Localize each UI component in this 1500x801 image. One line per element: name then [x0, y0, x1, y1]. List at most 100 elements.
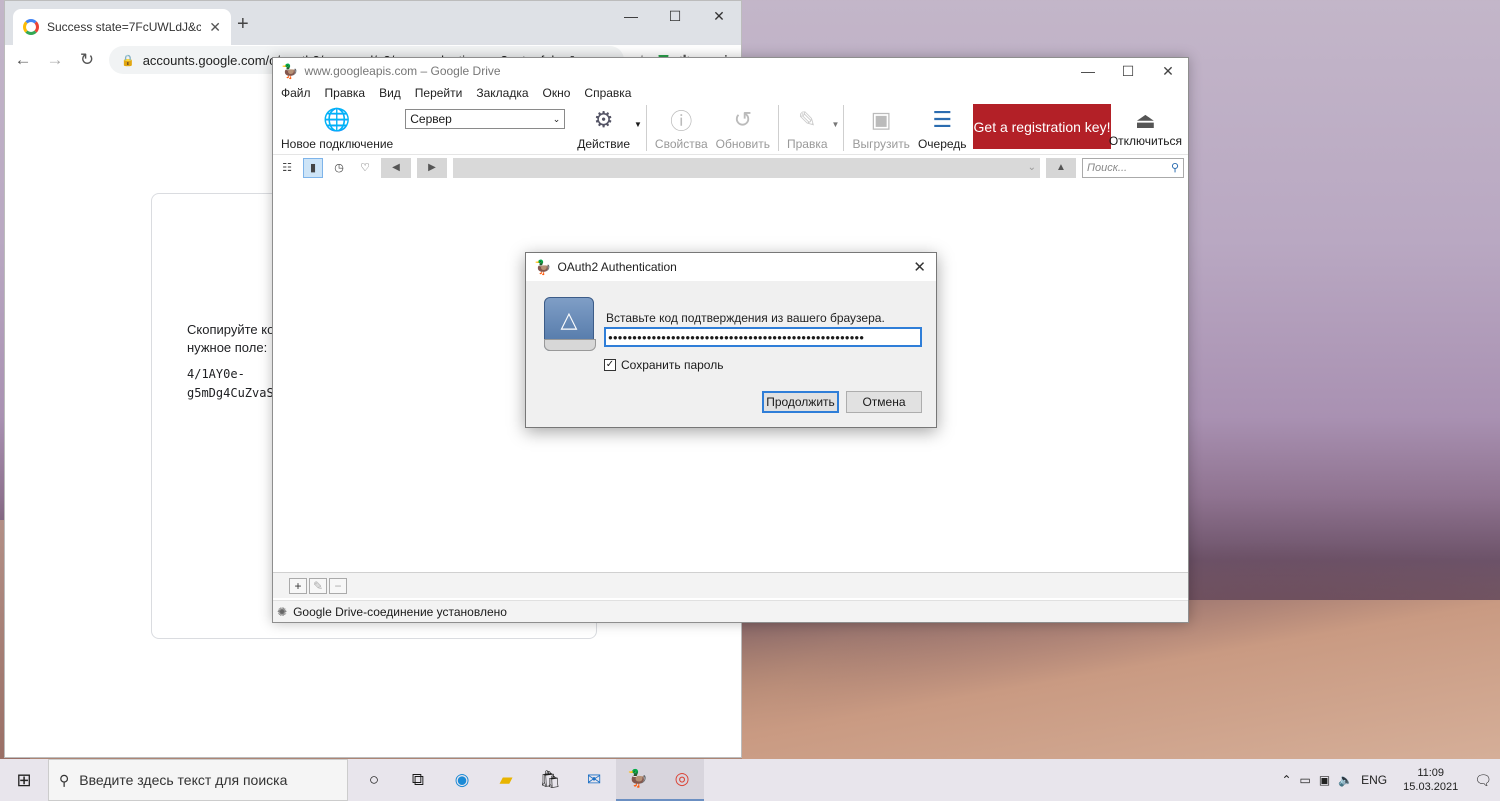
properties-label: Свойства [654, 137, 708, 151]
queue-button[interactable]: ☰ Очередь [914, 106, 971, 151]
action-button[interactable]: ⚙ Действие [573, 106, 634, 151]
continue-button[interactable]: Продолжить [762, 391, 839, 413]
duck-titlebar: 🦆 www.googleapis.com – Google Drive — ☐ … [273, 58, 1188, 84]
dialog-titlebar: 🦆 OAuth2 Authentication ✕ [526, 253, 936, 281]
menu-window[interactable]: Окно [543, 86, 571, 100]
edit-dropdown-icon[interactable]: ▼ [832, 120, 840, 129]
outline-view-icon[interactable]: ☷ [277, 158, 297, 178]
close-icon[interactable]: ✕ [697, 1, 741, 31]
add-button[interactable]: + [289, 577, 307, 594]
menu-view[interactable]: Вид [379, 86, 401, 100]
search-icon: ⚲ [59, 771, 70, 788]
info-icon: ⓘ [670, 109, 693, 134]
history-icon[interactable]: ◷ [329, 158, 349, 178]
new-connection-button[interactable]: 🌐 Новое подключение [277, 106, 397, 151]
duck-icon: 🦆 [534, 258, 552, 275]
close-icon[interactable]: ✕ [913, 258, 926, 276]
bottom-action-bar: + ✎ − [273, 572, 1188, 598]
forward-arrow-button[interactable]: ▶ [417, 157, 447, 178]
volume-icon[interactable]: 🔈 [1338, 773, 1353, 787]
gear-icon: ⚙ [593, 107, 614, 132]
search-placeholder: Поиск... [1087, 161, 1128, 174]
clock[interactable]: 11:09 15.03.2021 [1403, 766, 1458, 794]
code-line2: g5mDg4CuZvaSC [187, 386, 281, 400]
server-select[interactable]: Сервер ⌄ [405, 109, 566, 129]
minimize-icon[interactable]: — [1068, 58, 1108, 84]
mail-icon[interactable]: ✉ [572, 759, 616, 801]
chrome-taskbar-icon[interactable]: ◎ [660, 759, 704, 801]
menu-edit[interactable]: Правка [325, 86, 366, 100]
oauth-dialog: 🦆 OAuth2 Authentication ✕ △ Вставьте код… [525, 252, 937, 428]
search-icon: ⚲ [1170, 162, 1179, 174]
taskbar-search-placeholder: Введите здесь текст для поиска [79, 772, 288, 788]
chevron-up-icon[interactable]: ⌃ [1281, 773, 1291, 787]
minimize-icon[interactable]: — [609, 1, 653, 31]
edit-bookmark-button[interactable]: ✎ [309, 577, 327, 594]
spinner-icon: ✺ [277, 604, 288, 619]
chevron-down-icon: ⌄ [552, 113, 561, 124]
close-icon[interactable]: ✕ [1148, 58, 1188, 84]
auth-code[interactable]: 4/1AY0e- g5mDg4CuZvaSC [187, 365, 281, 403]
task-view-icon[interactable]: ⧉ [396, 759, 440, 801]
duck-icon: 🦆 [281, 62, 299, 79]
instruction-line1: Скопируйте ко [187, 322, 275, 337]
bonjour-icon[interactable]: ♡ [355, 158, 375, 178]
language-indicator[interactable]: ENG [1361, 773, 1387, 787]
reload-icon[interactable]: ↻ [77, 50, 97, 70]
queue-icon: ☰ [932, 107, 953, 132]
menu-bar: Файл Правка Вид Перейти Закладка Окно Сп… [273, 84, 1188, 102]
refresh-button[interactable]: ↺ Обновить [712, 106, 774, 151]
edit-button[interactable]: ✎ Правка [783, 106, 832, 151]
file-explorer-icon[interactable]: ▰ [484, 759, 528, 801]
remove-button[interactable]: − [329, 577, 347, 594]
new-tab-icon[interactable]: + [237, 13, 249, 36]
lock-icon: 🔒 [121, 54, 135, 67]
taskbar-search[interactable]: ⚲ Введите здесь текст для поиска [48, 759, 348, 801]
disconnect-button[interactable]: ⏏ Отключиться [1109, 108, 1182, 148]
menu-bookmark[interactable]: Закладка [476, 86, 528, 100]
network-icon[interactable]: ▣ [1319, 773, 1330, 787]
menu-go[interactable]: Перейти [415, 86, 463, 100]
toolbar-separator [645, 105, 647, 151]
store-icon[interactable]: 🛍 [528, 759, 572, 801]
cyberduck-taskbar-icon[interactable]: 🦆 [616, 759, 660, 801]
maximize-icon[interactable]: ☐ [653, 1, 697, 31]
action-label: Действие [577, 137, 630, 151]
registration-button[interactable]: Get a registration key! [973, 104, 1111, 149]
checkbox-checked-icon[interactable]: ✓ [604, 359, 616, 371]
clock-time: 11:09 [1417, 767, 1445, 779]
server-select-value: Сервер [410, 112, 452, 126]
chrome-tab[interactable]: Success state=7FcUWLdJ&code= ✕ [13, 9, 231, 45]
status-text: Google Drive-соединение установлено [293, 604, 507, 619]
menu-file[interactable]: Файл [281, 86, 311, 100]
windows-start-icon[interactable]: ⊞ [0, 759, 48, 801]
instruction-line2: нужное поле: [187, 340, 268, 355]
properties-button[interactable]: ⓘ Свойства [651, 106, 712, 151]
verification-code-input[interactable]: ●●●●●●●●●●●●●●●●●●●●●●●●●●●●●●●●●●●●●●●●… [604, 327, 922, 347]
new-connection-label: Новое подключение [281, 137, 394, 151]
navigation-bar: ☷ ▮ ◷ ♡ ◀ ▶ ⌄ ▲ Поиск... ⚲ [273, 154, 1188, 180]
edge-icon[interactable]: ◉ [440, 759, 484, 801]
drive-logo-icon: △ [560, 307, 578, 332]
notification-icon[interactable]: 🗨 [1474, 772, 1492, 789]
cortana-icon[interactable]: ○ [352, 759, 396, 801]
menu-help[interactable]: Справка [584, 86, 631, 100]
meet-now-icon[interactable]: ▭ [1300, 773, 1311, 787]
back-arrow-button[interactable]: ◀ [381, 157, 411, 178]
upload-button[interactable]: ▣ Выгрузить [848, 106, 914, 151]
bookmarks-icon[interactable]: ▮ [303, 157, 323, 178]
cancel-button[interactable]: Отмена [846, 391, 922, 413]
taskbar-apps: ○ ⧉ ◉ ▰ 🛍 ✉ 🦆 ◎ [352, 759, 704, 801]
tab-close-icon[interactable]: ✕ [209, 19, 221, 36]
parent-folder-button[interactable]: ▲ [1046, 157, 1076, 178]
toolbar-separator [777, 105, 779, 151]
search-input[interactable]: Поиск... ⚲ [1082, 157, 1184, 178]
action-dropdown-icon[interactable]: ▼ [634, 120, 642, 129]
back-icon[interactable]: ← [13, 50, 33, 70]
maximize-icon[interactable]: ☐ [1108, 58, 1148, 84]
forward-icon[interactable]: → [45, 50, 65, 70]
save-password-label: Сохранить пароль [621, 358, 724, 372]
save-password-checkbox[interactable]: ✓ Сохранить пароль [604, 358, 723, 372]
code-line1: 4/1AY0e- [187, 367, 245, 381]
path-select[interactable]: ⌄ [453, 157, 1040, 178]
